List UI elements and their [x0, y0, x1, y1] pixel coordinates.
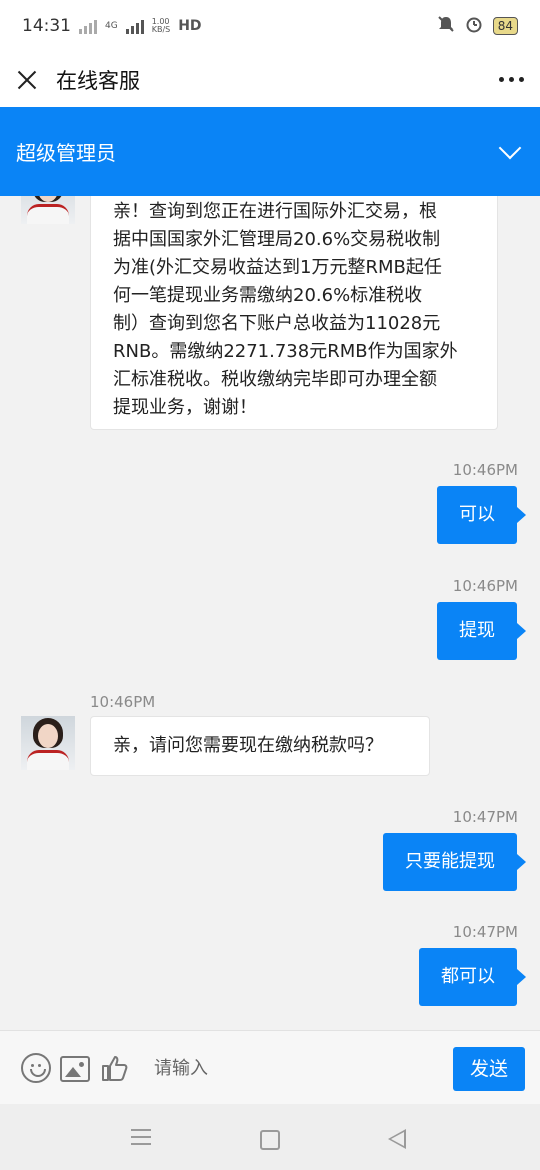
back-icon[interactable]	[388, 1129, 406, 1149]
message-bubble-user: 只要能提现	[383, 833, 526, 891]
status-right: 84	[437, 15, 518, 37]
status-time: 14:31	[22, 16, 71, 36]
net-speed-unit: KB/S	[151, 25, 171, 34]
message-line: 汇标准税收。税收缴纳完毕即可办理全额	[113, 369, 437, 390]
image-icon[interactable]	[60, 1056, 90, 1082]
agent-avatar	[21, 196, 75, 224]
message-bubble-user: 提现	[437, 602, 526, 660]
hd-indicator: HD	[178, 18, 202, 34]
agent-name: 超级管理员	[16, 141, 116, 165]
battery-indicator: 84	[492, 17, 518, 35]
send-button[interactable]: 发送	[453, 1047, 525, 1091]
message-line: 为准(外汇交易收益达到1万元整RMB起任	[113, 257, 442, 278]
message-time: 10:47PM	[452, 808, 518, 826]
title-bar: 在线客服	[0, 52, 540, 107]
mute-icon	[437, 15, 455, 37]
agent-avatar	[21, 716, 75, 770]
thumbs-up-icon[interactable]	[99, 1053, 129, 1083]
message-line: 提现业务，谢谢！	[113, 397, 257, 418]
message-line: 据中国国家外汇管理局20.6%交易税收制	[113, 229, 441, 250]
close-icon[interactable]	[16, 69, 38, 91]
signal-icon-2	[125, 18, 144, 34]
chat-area[interactable]: 亲！查询到您正在进行国际外汇交易，根 据中国国家外汇管理局20.6%交易税收制 …	[0, 196, 540, 1030]
message-time: 10:47PM	[452, 923, 518, 941]
message-line: 制）查询到您名下账户总收益为11028元	[113, 313, 441, 334]
message-line: 亲！查询到您正在进行国际外汇交易，根	[113, 201, 437, 222]
menu-icon[interactable]	[131, 1129, 151, 1150]
page-title: 在线客服	[56, 68, 140, 93]
message-bubble-agent: 亲！查询到您正在进行国际外汇交易，根 据中国国家外汇管理局20.6%交易税收制 …	[90, 196, 498, 430]
message-time: 10:46PM	[452, 461, 518, 479]
net-speed: 1.00 KB/S	[152, 18, 171, 34]
message-input[interactable]	[138, 1043, 440, 1093]
system-nav-bar	[0, 1104, 540, 1170]
agent-bar[interactable]: 超级管理员	[0, 107, 540, 196]
status-left: 14:31 4G 1.00 KB/S HD	[22, 16, 202, 36]
signal-icon	[79, 18, 97, 34]
home-icon[interactable]	[260, 1130, 280, 1150]
input-bar: 发送	[0, 1030, 540, 1104]
chevron-down-icon[interactable]	[498, 136, 522, 159]
network-type: 4G	[105, 20, 118, 31]
message-line: RNB。需缴纳2271.738元RMB作为国家外	[113, 341, 458, 362]
message-time: 10:46PM	[452, 577, 518, 595]
status-bar: 14:31 4G 1.00 KB/S HD 84	[0, 0, 540, 52]
message-time: 10:46PM	[90, 693, 156, 711]
alarm-icon	[465, 15, 483, 37]
message-bubble-user: 都可以	[419, 948, 526, 1006]
more-options-icon[interactable]	[499, 77, 524, 82]
emoji-icon[interactable]	[21, 1053, 51, 1083]
message-line: 何一笔提现业务需缴纳20.6%标准税收	[113, 285, 423, 306]
message-bubble-user: 可以	[437, 486, 526, 544]
message-bubble-agent: 亲，请问您需要现在缴纳税款吗？	[90, 716, 430, 776]
